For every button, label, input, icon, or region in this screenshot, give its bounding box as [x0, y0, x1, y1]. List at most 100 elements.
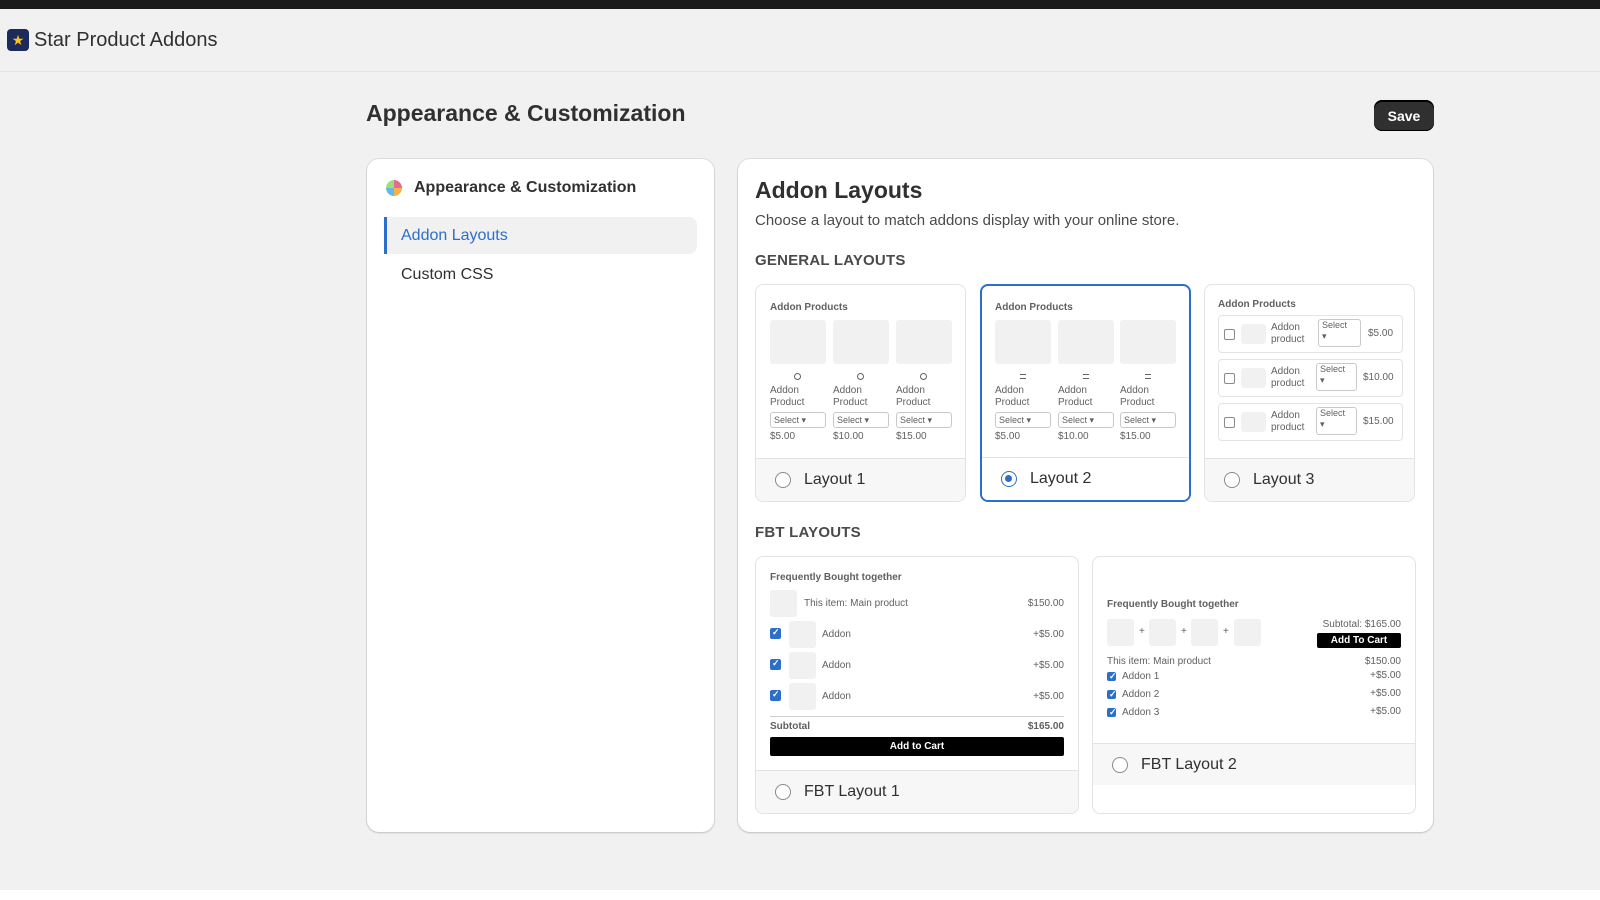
- quantity-mini-icon: [1020, 374, 1026, 379]
- addon-checkbox: [770, 627, 781, 639]
- main-item-label: This item: Main product: [804, 598, 908, 609]
- layout-1-footer: Layout 1: [756, 458, 965, 501]
- app-title: Star Product Addons: [34, 28, 218, 51]
- sidebar-heading-label: Appearance & Customization: [414, 179, 637, 196]
- addon-name: Addon 1: [1122, 671, 1160, 682]
- fbt-layout-2-footer: FBT Layout 2: [1093, 743, 1415, 785]
- product-name: Addon product: [1271, 366, 1305, 389]
- product-name: Addon Product: [1058, 385, 1093, 408]
- variant-select: Select ▾: [833, 412, 889, 428]
- addon-checkbox: [770, 658, 781, 670]
- addon-row: Addon product Select ▾ $5.00: [1218, 315, 1403, 353]
- add-to-cart-preview-button: Add to Cart: [770, 737, 1064, 756]
- main-item-price: $150.00: [1364, 656, 1401, 667]
- sidebar-item-custom-css[interactable]: Custom CSS: [384, 256, 697, 293]
- fbt-layout-1-label: FBT Layout 1: [804, 783, 900, 800]
- layout-3-label: Layout 3: [1253, 471, 1315, 488]
- addon-row: Addon product Select ▾ $10.00: [1218, 359, 1403, 397]
- product-price: $5.00: [995, 431, 1021, 442]
- radio-mini-icon: [857, 373, 864, 380]
- sidebar-item-label: Addon Layouts: [401, 226, 508, 244]
- preview-title: Addon Products: [995, 302, 1073, 313]
- fbt-layout-1-radio[interactable]: [775, 784, 791, 800]
- main-item-price: $150.00: [1027, 598, 1064, 609]
- addon-price: +$5.00: [1370, 706, 1401, 717]
- app-header: ★ Star Product Addons: [0, 9, 1600, 72]
- variant-select: Select ▾: [1316, 407, 1357, 435]
- preview-title: Frequently Bought together: [1107, 599, 1239, 610]
- addon-name: Addon 2: [1122, 689, 1160, 700]
- main-item-label: This item: Main product: [1107, 656, 1211, 667]
- product-name: Addon Product: [896, 385, 931, 408]
- fbt-layout-2-label: FBT Layout 2: [1141, 755, 1237, 773]
- product-price: $15.00: [1120, 431, 1151, 442]
- quantity-mini-icon: [1145, 374, 1151, 379]
- layout-2-footer: Layout 2: [982, 457, 1189, 500]
- layout-3-radio[interactable]: [1224, 472, 1240, 488]
- addon-price: +$5.00: [1033, 660, 1064, 671]
- plus-sign: +: [1181, 626, 1187, 637]
- bottom-strip: [0, 890, 1600, 900]
- variant-select: Select ▾: [1120, 412, 1176, 428]
- layout-1-option[interactable]: Addon Products Addon Product Addon Product…: [755, 284, 966, 502]
- product-image-placeholder: [896, 320, 952, 364]
- product-price: $5.00: [1368, 328, 1394, 339]
- product-image-placeholder: [1241, 324, 1266, 344]
- product-image-placeholder: [1058, 320, 1114, 364]
- product-image-placeholder: [833, 320, 889, 364]
- layout-3-footer: Layout 3: [1205, 458, 1414, 501]
- addon-checkbox: [1224, 417, 1235, 428]
- addon-checkbox: [770, 689, 781, 701]
- page-title: Appearance & Customization: [366, 100, 686, 126]
- product-image-placeholder: [1107, 619, 1134, 646]
- addon-name: Addon 3: [1122, 707, 1160, 718]
- product-price: $10.00: [833, 431, 864, 442]
- plus-sign: +: [1223, 626, 1229, 637]
- addon-name: Addon: [822, 660, 851, 671]
- addon-name: Addon: [822, 691, 851, 702]
- product-image-placeholder: [789, 652, 816, 679]
- product-price: $5.00: [770, 431, 796, 442]
- product-image-placeholder: [770, 590, 797, 617]
- sidebar-item-addon-layouts[interactable]: Addon Layouts: [384, 217, 697, 254]
- addon-checkbox: [1107, 689, 1117, 700]
- product-price: $10.00: [1363, 372, 1394, 383]
- product-image-placeholder: [770, 320, 826, 364]
- preview-title: Addon Products: [770, 302, 848, 313]
- product-image-placeholder: [1241, 412, 1266, 432]
- fbt-layout-1-option[interactable]: Frequently Bought together This item: Ma…: [755, 556, 1079, 814]
- addon-price: +$5.00: [1370, 688, 1401, 699]
- variant-select: Select ▾: [1058, 412, 1114, 428]
- addon-checkbox: [1107, 707, 1117, 718]
- addon-row: Addon product Select ▾ $15.00: [1218, 403, 1403, 441]
- layout-1-radio[interactable]: [775, 472, 791, 488]
- layout-3-option[interactable]: Addon Products Addon product Select ▾ $5.0…: [1204, 284, 1415, 502]
- quantity-mini-icon: [1083, 374, 1089, 379]
- star-logo-icon: ★: [7, 29, 29, 51]
- variant-select: Select ▾: [896, 412, 952, 428]
- settings-sidebar: Appearance & Customization Addon Layouts…: [367, 159, 714, 832]
- addon-checkbox: [1224, 373, 1235, 384]
- product-name: Addon product: [1271, 410, 1305, 433]
- divider: [770, 716, 1064, 717]
- product-image-placeholder: [1120, 320, 1176, 364]
- product-name: Addon Product: [1120, 385, 1155, 408]
- section-title: Addon Layouts: [755, 177, 923, 203]
- addon-price: +$5.00: [1370, 670, 1401, 681]
- subtotal-label: Subtotal: [770, 721, 810, 732]
- fbt-layout-2-radio[interactable]: [1112, 756, 1128, 773]
- product-image-placeholder: [1241, 368, 1266, 388]
- product-price: $15.00: [1363, 416, 1394, 427]
- fbt-layout-2-option[interactable]: Frequently Bought together + + + Subtota…: [1092, 556, 1416, 814]
- variant-select: Select ▾: [995, 412, 1051, 428]
- variant-select: Select ▾: [1318, 319, 1361, 347]
- product-image-placeholder: [789, 683, 816, 710]
- save-button[interactable]: Save: [1374, 100, 1434, 131]
- product-image-placeholder: [1149, 619, 1176, 646]
- product-name: Addon product: [1271, 322, 1305, 345]
- layout-2-radio[interactable]: [1001, 471, 1017, 487]
- subtotal-value: $165.00: [1027, 721, 1064, 732]
- layout-2-option[interactable]: Addon Products Addon Product Addon Product…: [980, 284, 1191, 502]
- addon-price: +$5.00: [1033, 629, 1064, 640]
- product-image-placeholder: [789, 621, 816, 648]
